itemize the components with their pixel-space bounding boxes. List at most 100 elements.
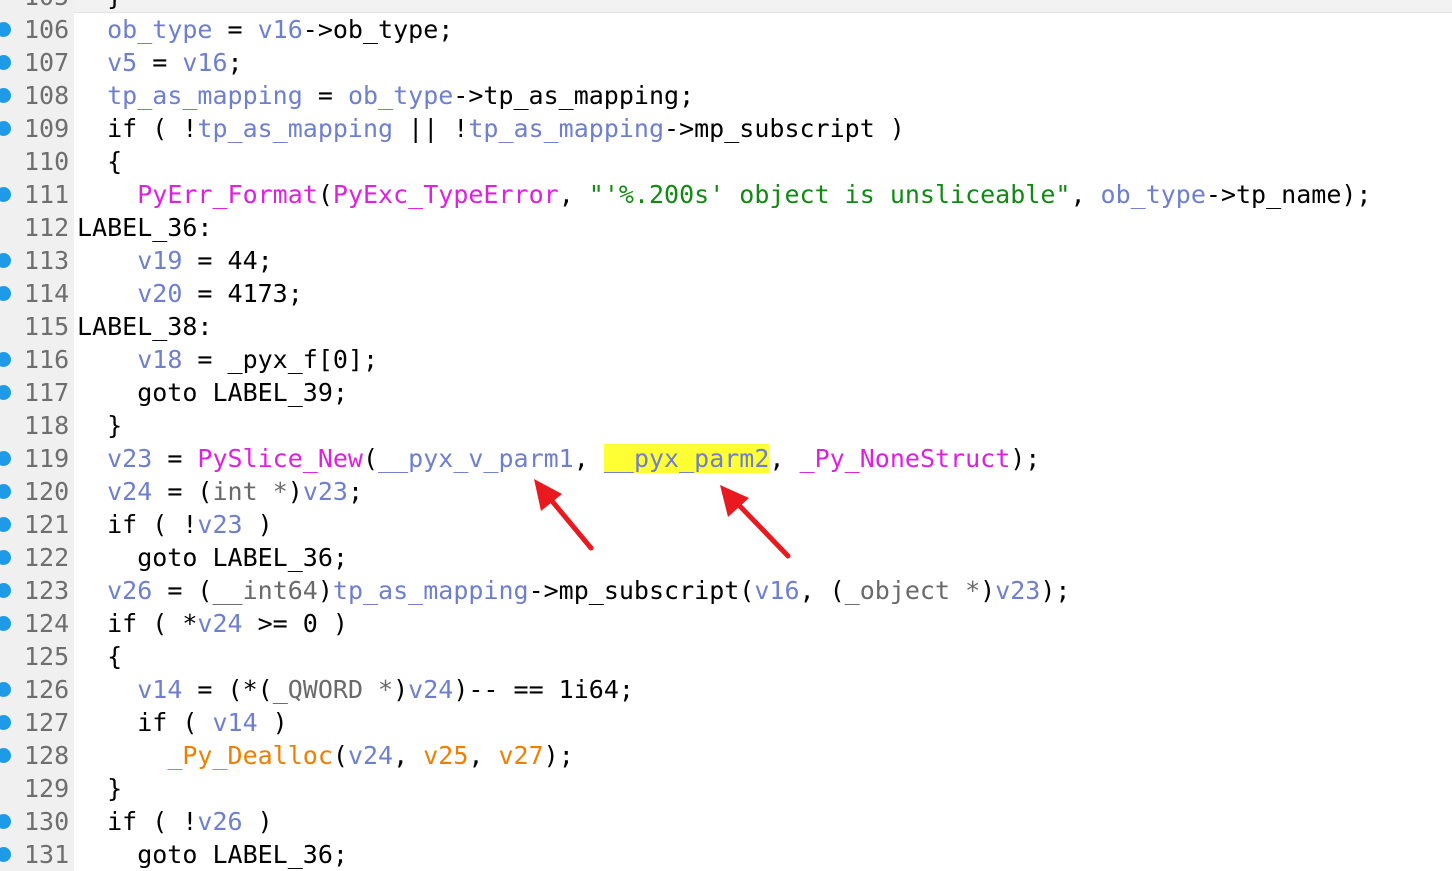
breakpoint-marker-icon[interactable] [0,253,11,268]
code-token[interactable]: PyErr_Format [137,180,318,209]
code-text[interactable]: } [77,0,122,13]
code-text[interactable]: v18 = _pyx_f[0]; [77,343,378,376]
code-token[interactable] [77,477,107,506]
code-token[interactable]: = 44; [182,246,272,275]
code-token[interactable]: = ( [152,576,212,605]
breakpoint-marker-icon[interactable] [0,814,11,829]
breakpoint-marker-icon[interactable] [0,715,11,730]
code-token[interactable] [77,345,137,374]
code-token[interactable]: ->tp_name); [1206,180,1372,209]
code-token[interactable]: LABEL_36: [77,213,212,242]
code-line[interactable]: 108 tp_as_mapping = ob_type->tp_as_mappi… [0,79,1452,112]
code-text[interactable]: v23 = PySlice_New(__pyx_v_parm1, __pyx_p… [77,442,1040,475]
code-token[interactable]: = 4173; [182,279,302,308]
code-token[interactable]: v23 [995,576,1040,605]
code-token[interactable]: if ( [77,708,212,737]
code-token[interactable]: LABEL_38: [77,312,212,341]
code-token[interactable]: { [77,147,122,176]
code-line[interactable]: 112 LABEL_36: [0,211,1452,244]
pseudocode-editor[interactable]: 105 }106 ob_type = v16->ob_type;107 v5 =… [0,0,1452,871]
code-line[interactable]: 107 v5 = v16; [0,46,1452,79]
code-text[interactable]: if ( !v26 ) [77,805,273,838]
code-token[interactable]: if ( ! [77,510,197,539]
code-token[interactable]: } [77,411,122,440]
breakpoint-marker-icon[interactable] [0,286,11,301]
code-token[interactable] [77,576,107,605]
code-token[interactable]: v24 [348,741,393,770]
code-text[interactable]: } [77,409,122,442]
code-token[interactable]: tp_as_mapping [468,114,664,143]
code-token[interactable]: , [769,444,799,473]
code-text[interactable]: v24 = (int *)v23; [77,475,363,508]
code-text[interactable]: if ( !v23 ) [77,508,273,541]
code-line[interactable]: 114 v20 = 4173; [0,277,1452,310]
code-token[interactable]: v14 [137,675,182,704]
code-token[interactable]: ->ob_type; [303,15,454,44]
code-token[interactable]: _Py_NoneStruct [800,444,1011,473]
code-line[interactable]: 106 ob_type = v16->ob_type; [0,13,1452,46]
code-token[interactable] [77,444,107,473]
code-token[interactable]: _QWORD * [273,675,393,704]
code-token[interactable]: ) [243,807,273,836]
code-token[interactable]: ; [348,477,363,506]
code-token[interactable]: ob_type [1101,180,1206,209]
code-line[interactable]: 119 v23 = PySlice_New(__pyx_v_parm1, __p… [0,442,1452,475]
code-line[interactable]: 117 goto LABEL_39; [0,376,1452,409]
code-token[interactable]: , ( [800,576,845,605]
code-line[interactable]: 121 if ( !v23 ) [0,508,1452,541]
code-token[interactable]: ->mp_subscript( [529,576,755,605]
code-token[interactable]: v16 [754,576,799,605]
code-text[interactable]: v19 = 44; [77,244,272,277]
code-token[interactable]: v24 [408,675,453,704]
code-token[interactable]: if ( * [77,609,197,638]
code-token[interactable] [77,741,167,770]
code-token[interactable]: ( [318,180,333,209]
code-token[interactable]: ) [393,675,408,704]
code-line[interactable]: 124 if ( *v24 >= 0 ) [0,607,1452,640]
code-token[interactable]: ob_type [348,81,453,110]
code-token[interactable]: goto LABEL_36; [77,543,348,572]
code-token[interactable] [77,48,107,77]
code-token[interactable]: v14 [212,708,257,737]
code-text[interactable]: goto LABEL_39; [77,376,348,409]
code-token[interactable]: = [212,15,257,44]
code-token[interactable]: , [574,444,604,473]
code-text[interactable]: PyErr_Format(PyExc_TypeError, "'%.200s' … [77,178,1371,211]
code-token[interactable]: >= 0 ) [243,609,348,638]
breakpoint-marker-icon[interactable] [0,550,11,565]
code-line[interactable]: 129 } [0,772,1452,805]
code-text[interactable]: v14 = (*(_QWORD *)v24)-- == 1i64; [77,673,634,706]
code-token[interactable]: , [559,180,589,209]
code-token[interactable]: v25 [423,741,468,770]
breakpoint-marker-icon[interactable] [0,484,11,499]
code-text[interactable]: LABEL_38: [77,310,212,343]
code-text[interactable]: ob_type = v16->ob_type; [77,13,453,46]
code-line[interactable]: 125 { [0,640,1452,673]
code-token[interactable]: v19 [137,246,182,275]
code-line[interactable]: 126 v14 = (*(_QWORD *)v24)-- == 1i64; [0,673,1452,706]
code-text[interactable]: } [77,772,122,805]
code-token[interactable]: || ! [393,114,468,143]
code-token[interactable] [77,81,107,110]
code-token[interactable] [77,675,137,704]
code-token[interactable]: goto LABEL_36; [77,840,348,869]
code-token[interactable]: "'%.200s' object is unsliceable" [589,180,1071,209]
code-line[interactable]: 113 v19 = 44; [0,244,1452,277]
code-token[interactable]: ( [333,741,348,770]
code-token[interactable]: v26 [107,576,152,605]
code-token[interactable] [77,279,137,308]
code-token[interactable]: v20 [137,279,182,308]
code-token[interactable]: = [137,48,182,77]
code-token[interactable]: v5 [107,48,137,77]
code-token[interactable]: v23 [303,477,348,506]
code-text[interactable]: { [77,640,122,673]
code-token[interactable]: = [303,81,348,110]
code-token[interactable]: v18 [137,345,182,374]
highlighted-identifier[interactable]: __pyx_parm2 [603,444,770,473]
code-line[interactable]: 127 if ( v14 ) [0,706,1452,739]
code-text[interactable]: v20 = 4173; [77,277,303,310]
code-text[interactable]: goto LABEL_36; [77,838,348,871]
breakpoint-marker-icon[interactable] [0,517,11,532]
code-text[interactable]: v5 = v16; [77,46,242,79]
code-token[interactable]: ->mp_subscript ) [664,114,905,143]
